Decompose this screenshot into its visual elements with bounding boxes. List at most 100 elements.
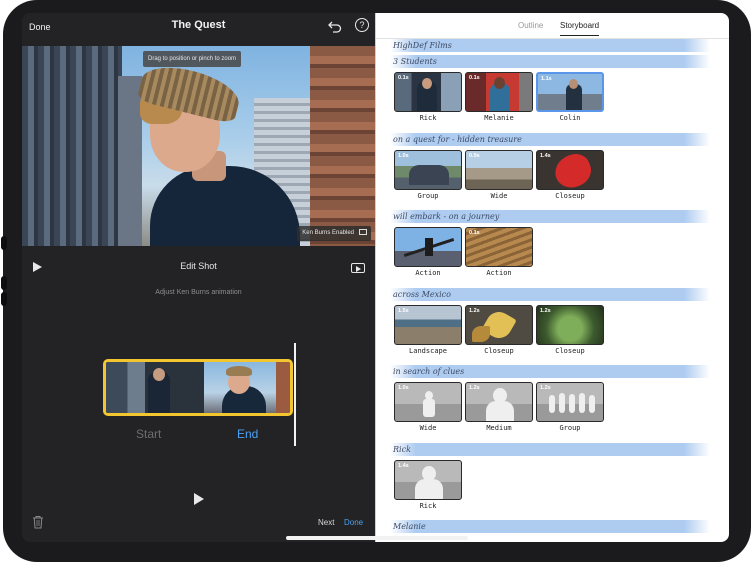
trash-icon[interactable] [32, 515, 44, 529]
clip-tile[interactable]: 0.9s Wide [465, 150, 533, 200]
clip-duration: 0.1s [469, 75, 480, 81]
clip-duration: 1.2s [540, 308, 551, 314]
clip-thumbnail: 1.4s [536, 150, 604, 190]
clip-thumbnail: 1.4s [394, 460, 462, 500]
undo-icon[interactable] [328, 19, 342, 33]
clip-tile[interactable]: 0.1s Action [465, 227, 533, 277]
clip-tile-selected[interactable]: 1.1s Colin [536, 72, 604, 122]
clip-tile[interactable]: 0.1s Rick [394, 72, 462, 122]
clip-tile[interactable]: 1.2s Closeup [465, 305, 533, 355]
clip-tile[interactable]: Action [394, 227, 462, 277]
end-button[interactable]: End [237, 427, 258, 441]
clip-duration: 1.2s [469, 385, 480, 391]
clip-caption: Closeup [555, 192, 585, 200]
clip-caption: Action [486, 269, 512, 277]
clip-duration: 1.2s [469, 308, 480, 314]
clip-caption: Colin [559, 114, 581, 122]
clip-caption: Rick [419, 114, 437, 122]
clip-duration: 1.0s [398, 153, 409, 159]
clip-thumbnail: 0.1s [465, 227, 533, 267]
home-indicator[interactable] [286, 536, 468, 540]
clip-thumbnail: 1.2s [536, 382, 604, 422]
clip-thumbnail: 1.2s [465, 305, 533, 345]
tab-storyboard[interactable]: Storyboard [560, 21, 600, 36]
clip-caption: Melanie [484, 114, 514, 122]
clip-thumbnail: 0.9s [465, 150, 533, 190]
clip-duration: 0.1s [469, 230, 480, 236]
clip-thumbnail: 1.2s [465, 382, 533, 422]
fullscreen-preview-icon[interactable] [351, 263, 365, 273]
ken-burns-label: Ken Burns Enabled [302, 230, 354, 236]
clip-caption: Medium [486, 424, 512, 432]
video-preview[interactable]: Drag to position or pinch to zoom Ken Bu… [22, 46, 375, 246]
start-button[interactable]: Start [136, 427, 161, 441]
clip-tile-placeholder[interactable]: 1.0s Wide [394, 382, 462, 432]
tab-outline[interactable]: Outline [518, 21, 543, 30]
project-title: The Quest [171, 19, 226, 31]
photo-building [118, 76, 142, 246]
view-tabs: Outline Storyboard [376, 13, 729, 39]
ken-burns-icon [359, 229, 367, 236]
playhead[interactable] [294, 343, 296, 446]
side-button [1, 276, 7, 290]
clip-duration: 1.0s [398, 385, 409, 391]
section-header[interactable]: on a quest for - hidden treasure [390, 133, 710, 146]
section-header[interactable]: in search of clues [390, 365, 710, 378]
clip-caption: Group [559, 424, 581, 432]
clip-duration: 0.9s [469, 153, 480, 159]
clip-caption: Wide [490, 192, 508, 200]
clip-thumbnail: 1.0s [394, 382, 462, 422]
clip-tile-placeholder[interactable]: 1.4s Rick [394, 460, 462, 510]
clip-tile[interactable]: 0.1s Melanie [465, 72, 533, 122]
clip-duration: 1.5s [398, 308, 409, 314]
clip-tile-placeholder[interactable]: 1.2s Group [536, 382, 604, 432]
clip-caption: Wide [419, 424, 437, 432]
section-header[interactable]: across Mexico [390, 288, 710, 301]
clip-thumbnail [394, 227, 462, 267]
clip-duration: 1.1s [541, 76, 552, 82]
clip-tile[interactable]: 1.0s Group [394, 150, 462, 200]
clip-thumbnail: 1.1s [536, 72, 604, 112]
done-edit-button[interactable]: Done [344, 518, 363, 527]
clip-thumbnail: 1.0s [394, 150, 462, 190]
clip-thumbnail: 0.1s [394, 72, 462, 112]
clip-caption: Landscape [409, 347, 447, 355]
clip-caption: Action [415, 269, 441, 277]
section-header[interactable]: Rick [390, 443, 710, 456]
clip-tile[interactable]: 1.5s Landscape [394, 305, 462, 355]
ken-burns-filmstrip[interactable] [103, 359, 293, 416]
section-header[interactable]: HighDef Films [390, 39, 710, 52]
next-button[interactable]: Next [318, 518, 334, 527]
clip-duration: 0.1s [398, 75, 409, 81]
start-frame [106, 362, 204, 413]
clip-caption: Closeup [555, 347, 585, 355]
ipad-device: Done The Quest ? Drag to position or pin [1, 0, 751, 562]
top-bar: Done The Quest ? [22, 13, 375, 46]
section-header[interactable]: Melanie [390, 520, 710, 533]
side-button [1, 236, 7, 250]
photo-building [22, 46, 122, 246]
screen: Done The Quest ? Drag to position or pin [22, 13, 729, 542]
clip-duration: 1.2s [540, 385, 551, 391]
clip-tile[interactable]: 1.4s Closeup [536, 150, 604, 200]
clip-thumbnail: 1.5s [394, 305, 462, 345]
adjust-subtitle: Adjust Ken Burns animation [155, 289, 242, 296]
play-icon[interactable] [194, 493, 204, 505]
storyboard-pane: Outline Storyboard HighDef Films 3 Stude… [375, 13, 729, 542]
edit-shot-title: Edit Shot [180, 261, 217, 271]
clip-thumbnail: 1.2s [536, 305, 604, 345]
clip-tile-placeholder[interactable]: 1.2s Medium [465, 382, 533, 432]
end-frame [204, 362, 290, 413]
help-icon[interactable]: ? [355, 18, 369, 32]
clip-tile[interactable]: 1.2s Closeup [536, 305, 604, 355]
clip-duration: 1.4s [540, 153, 551, 159]
section-header[interactable]: 3 Students [390, 55, 710, 68]
zoom-hint: Drag to position or pinch to zoom [143, 51, 242, 67]
shot-controls: Edit Shot [22, 254, 375, 280]
edit-shot-pane: Done The Quest ? Drag to position or pin [22, 13, 375, 542]
ken-burns-badge[interactable]: Ken Burns Enabled [297, 226, 371, 241]
clip-duration: 1.4s [398, 463, 409, 469]
clip-caption: Rick [419, 502, 437, 510]
clip-caption: Group [417, 192, 439, 200]
section-header[interactable]: will embark - on a journey [390, 210, 710, 223]
